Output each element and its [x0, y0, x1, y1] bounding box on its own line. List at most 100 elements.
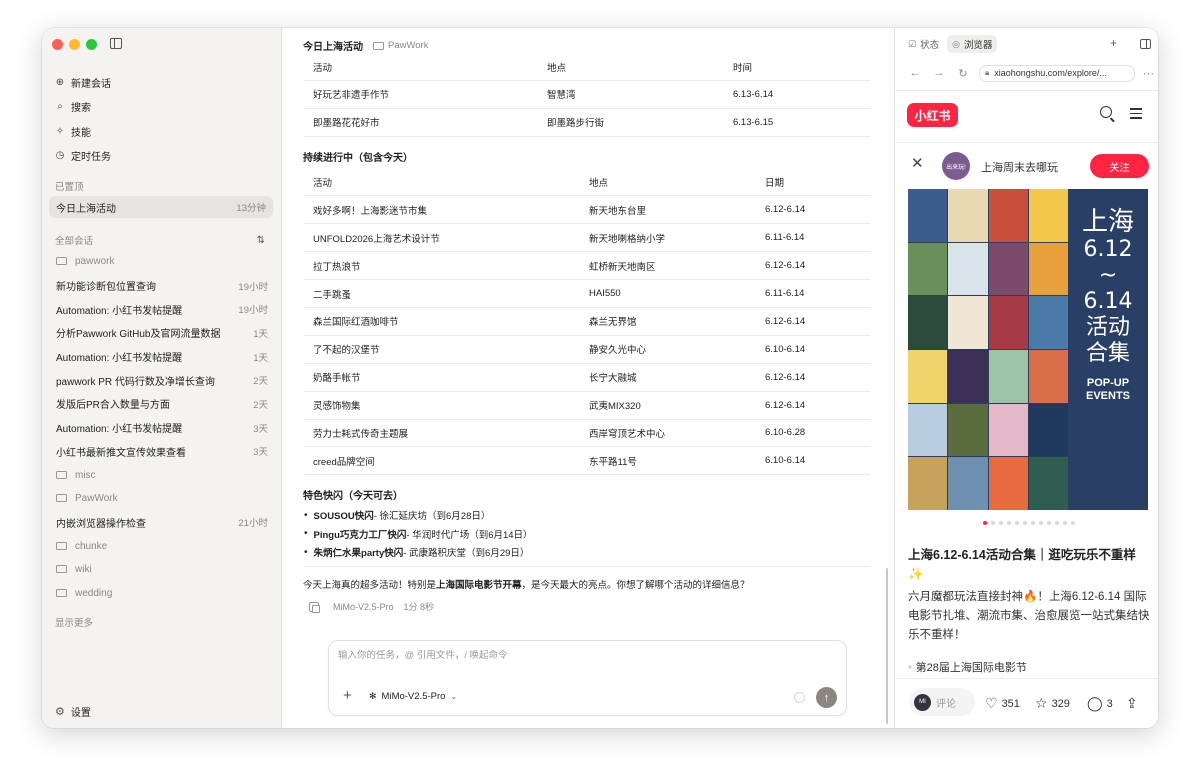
carousel-dot[interactable]: [1055, 521, 1059, 525]
chat-item[interactable]: Automation: 小红书发帖提醒 1天: [56, 345, 268, 369]
table-cell: 6.13-6.15: [733, 116, 774, 128]
avatar[interactable]: 出来玩!: [942, 152, 970, 180]
chat-time: 21小时: [238, 518, 268, 530]
post-image[interactable]: 上海 6.12 ~ 6.14 活动合集 POP-UP EVENTS: [908, 189, 1148, 510]
carousel-dot[interactable]: [1071, 521, 1075, 525]
carousel-dot[interactable]: [1007, 521, 1011, 525]
sidebar-toggle-icon[interactable]: [110, 38, 122, 49]
close-icon[interactable]: ✕: [911, 154, 924, 172]
back-icon[interactable]: ←: [903, 67, 927, 79]
table-cell: 6.12-6.14: [765, 315, 806, 327]
chat-time: 1天: [253, 328, 268, 340]
maximize-window-button[interactable]: [86, 39, 97, 50]
carousel-dot[interactable]: [1023, 521, 1027, 525]
panel-tabs: ☑ 状态 ◎ 浏览器: [903, 35, 1000, 53]
folder-item[interactable]: chunke: [56, 534, 268, 558]
chat-item[interactable]: pawwork PR 代码行数及净增长查询 2天: [56, 368, 268, 392]
search-button[interactable]: ⌕ 搜索: [54, 95, 272, 120]
chat-item[interactable]: 分析Pawwork GitHub及官网流量数据 1天: [56, 321, 268, 345]
poster-tile: [988, 189, 1028, 242]
table-cell: 奶酪手帐节: [313, 373, 361, 385]
more-icon[interactable]: ⋯: [1143, 67, 1154, 80]
panel-toggle-icon[interactable]: [1140, 39, 1151, 49]
table-row: 拉丁热浪节 虹桥新天地南区 6.12-6.14: [304, 252, 870, 280]
task-input[interactable]: [338, 650, 818, 661]
chat-item[interactable]: 新功能诊断包位置查询 19小时: [56, 274, 268, 298]
chat-title: 分析Pawwork GitHub及官网流量数据: [56, 329, 221, 341]
skills-button[interactable]: ✧ 技能: [54, 119, 272, 144]
tab-browser[interactable]: ◎ 浏览器: [947, 35, 998, 53]
column-header: 活动: [313, 62, 333, 74]
carousel-dot[interactable]: [1015, 521, 1019, 525]
settings-button[interactable]: ⚙ 设置: [55, 704, 91, 719]
address-bar[interactable]: 🔒︎ xiaohongshu.com/explore/...: [979, 64, 1135, 82]
carousel-dot[interactable]: [991, 521, 995, 525]
pinned-chat-item[interactable]: 今日上海活动 13分钟: [49, 196, 273, 218]
chat-time: 2天: [253, 399, 268, 411]
folder-item[interactable]: PawWork: [56, 487, 268, 511]
sparkle-icon: ✧: [55, 125, 65, 137]
carousel-indicator[interactable]: [983, 521, 1075, 525]
comment-button[interactable]: ◯ 3: [1087, 695, 1113, 712]
chat-title: 新功能诊断包位置查询: [56, 282, 156, 294]
close-window-button[interactable]: [52, 39, 63, 50]
new-tab-icon[interactable]: +: [1110, 36, 1117, 50]
share-icon[interactable]: ⇪: [1126, 695, 1138, 712]
poster-date-start: 6.12: [1083, 237, 1133, 262]
chat-item[interactable]: 发版后PR合入数量与方面 2天: [56, 392, 268, 416]
show-more-link[interactable]: 显示更多: [55, 615, 93, 629]
copy-icon[interactable]: [309, 601, 320, 613]
carousel-dot[interactable]: [1047, 521, 1051, 525]
pinned-label: 已置顶: [55, 182, 84, 193]
sort-icon[interactable]: ⇅: [257, 235, 265, 246]
add-attachment-icon[interactable]: +: [343, 687, 352, 704]
project-tag[interactable]: PawWork: [373, 40, 428, 51]
scheduled-tasks-button[interactable]: ◷ 定时任务: [54, 144, 272, 169]
avatar: MI: [914, 693, 931, 711]
carousel-dot[interactable]: [999, 521, 1003, 525]
follow-button[interactable]: 关注: [1090, 154, 1149, 178]
send-button[interactable]: ↑: [816, 687, 837, 708]
folder-item[interactable]: pawwork: [56, 250, 268, 274]
forward-icon[interactable]: →: [927, 67, 951, 79]
poster-tile: [948, 189, 988, 242]
poster-collage: [908, 189, 1068, 510]
folder-item[interactable]: wedding: [56, 582, 268, 606]
like-button[interactable]: ♡ 351: [985, 695, 1020, 712]
chat-title: chunke: [75, 540, 108, 552]
table-row: 二手跳蚤 HAI550 6.11-6.14: [304, 280, 870, 308]
chat-item[interactable]: Automation: 小红书发帖提醒 19小时: [56, 297, 268, 321]
collect-button[interactable]: ☆ 329: [1035, 695, 1070, 712]
folder-item[interactable]: misc: [56, 463, 268, 487]
carousel-dot[interactable]: [1039, 521, 1043, 525]
menu-icon[interactable]: [1130, 108, 1142, 122]
author-name[interactable]: 上海周末去哪玩: [981, 159, 1058, 175]
folder-item[interactable]: wiki: [56, 558, 268, 582]
table-header-row: 活动 地点 日期: [304, 168, 870, 196]
carousel-dot[interactable]: [983, 521, 987, 525]
chat-item[interactable]: Automation: 小红书发帖提醒 3天: [56, 416, 268, 440]
chat-item[interactable]: 小红书最新推文宣传效果查看 3天: [56, 440, 268, 464]
poster-tile: [1028, 296, 1068, 349]
tab-status[interactable]: ☑ 状态: [903, 35, 944, 53]
carousel-dot[interactable]: [1031, 521, 1035, 525]
reload-icon[interactable]: ↻: [951, 67, 975, 80]
chat-item[interactable]: 内嵌浏览器操作检查 21小时: [56, 511, 268, 535]
carousel-dot[interactable]: [1063, 521, 1067, 525]
comment-input[interactable]: MI 评论: [909, 688, 975, 716]
table-row: creed品牌空间 东平路11号 6.10-6.14: [304, 447, 870, 475]
minimize-window-button[interactable]: [69, 39, 80, 50]
search-icon[interactable]: [1100, 106, 1112, 118]
poster-tile: [988, 296, 1028, 349]
poster-tile: [1028, 189, 1068, 242]
xiaohongshu-logo[interactable]: 小红书: [907, 103, 958, 127]
search-icon: ⌕: [57, 101, 63, 113]
poster-tile: [908, 296, 948, 349]
poster-popup-text: POP-UP EVENTS: [1085, 377, 1130, 402]
model-selector[interactable]: ✻ MiMo-V2.5-Pro ⌄: [369, 691, 457, 702]
new-chat-button[interactable]: ⊕ 新建会话: [54, 70, 272, 95]
table-header-row: 活动 地点 时间: [304, 54, 870, 80]
chevron-down-icon: ⌄: [450, 692, 458, 701]
scrollbar[interactable]: [886, 568, 888, 724]
chat-time: 19小时: [238, 305, 268, 317]
